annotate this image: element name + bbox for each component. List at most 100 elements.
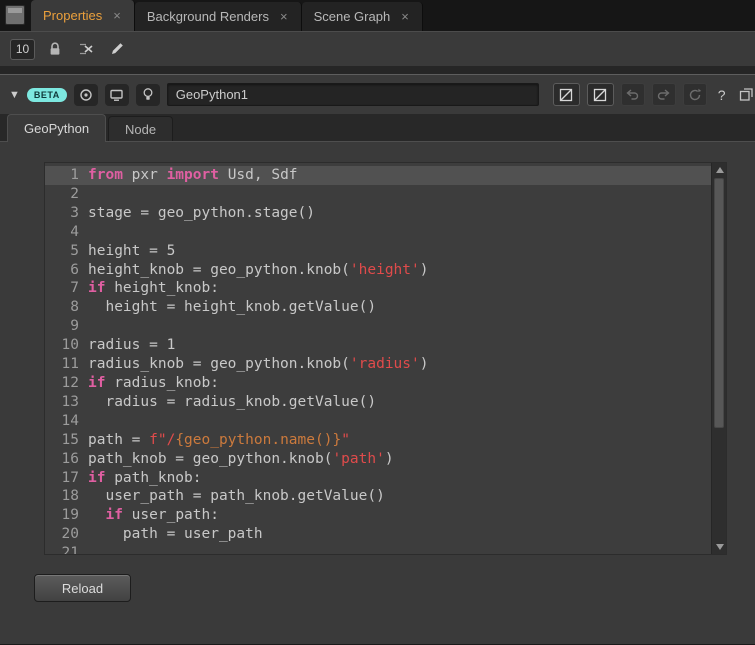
line-content bbox=[88, 185, 97, 204]
code-line[interactable]: 16 path_knob = geo_python.knob('path') bbox=[45, 450, 711, 469]
float-panel-button[interactable] bbox=[737, 85, 755, 105]
code-line[interactable]: 8 height = height_knob.getValue() bbox=[45, 298, 711, 317]
code-line[interactable]: 15 path = f"/{geo_python.name()}" bbox=[45, 431, 711, 450]
collapse-arrow-icon[interactable]: ▼ bbox=[9, 89, 20, 101]
undo-button[interactable] bbox=[621, 83, 645, 106]
code-line[interactable]: 10radius = 1 bbox=[45, 336, 711, 355]
code-line[interactable]: 20 path = user_path bbox=[45, 525, 711, 544]
scroll-thumb[interactable] bbox=[714, 178, 724, 428]
line-number: 13 bbox=[45, 393, 79, 412]
close-icon[interactable]: × bbox=[279, 10, 289, 23]
tab-label: Background Renders bbox=[147, 9, 269, 24]
line-content: height = 5 bbox=[88, 242, 175, 261]
line-content: path = f"/{geo_python.name()}" bbox=[88, 431, 350, 450]
help-button[interactable]: ? bbox=[714, 87, 730, 103]
code-line[interactable]: 6height_knob = geo_python.knob('height') bbox=[45, 261, 711, 280]
node-name-input[interactable] bbox=[167, 83, 539, 106]
line-content: if user_path: bbox=[88, 506, 219, 525]
code-line[interactable]: 19 if user_path: bbox=[45, 506, 711, 525]
toggle-range-a-button[interactable] bbox=[553, 83, 580, 106]
pane-menu-icon-inner bbox=[8, 8, 22, 13]
toggle-range-b-button[interactable] bbox=[587, 83, 614, 106]
line-content bbox=[88, 223, 97, 242]
code-line[interactable]: 17if path_knob: bbox=[45, 469, 711, 488]
revert-button[interactable] bbox=[683, 83, 707, 106]
code-line[interactable]: 5 height = 5 bbox=[45, 242, 711, 261]
line-content: user_path = path_knob.getValue() bbox=[88, 487, 385, 506]
line-number: 8 bbox=[45, 298, 79, 317]
close-icon[interactable]: × bbox=[112, 9, 122, 22]
monitor-icon bbox=[109, 88, 124, 102]
line-content: path_knob = geo_python.knob('path') bbox=[88, 450, 394, 469]
code-line[interactable]: 21 bbox=[45, 544, 711, 555]
tab-scene-graph[interactable]: Scene Graph × bbox=[302, 2, 423, 31]
line-number: 17 bbox=[45, 469, 79, 488]
close-all-panels-button[interactable] bbox=[75, 38, 97, 60]
tab-properties[interactable]: Properties × bbox=[31, 0, 135, 31]
line-number: 18 bbox=[45, 487, 79, 506]
code-line[interactable]: 1 from pxr import Usd, Sdf bbox=[45, 166, 711, 185]
line-number: 1 bbox=[45, 166, 79, 185]
tab-geopython[interactable]: GeoPython bbox=[7, 114, 106, 142]
line-number: 14 bbox=[45, 412, 79, 431]
center-node-button[interactable] bbox=[74, 84, 98, 106]
code-line[interactable]: 13 radius = radius_knob.getValue() bbox=[45, 393, 711, 412]
line-content: height = height_knob.getValue() bbox=[88, 298, 376, 317]
close-icon[interactable]: × bbox=[400, 10, 410, 23]
properties-pane: Properties × Background Renders × Scene … bbox=[0, 0, 755, 645]
line-number: 7 bbox=[45, 279, 79, 298]
line-content: if radius_knob: bbox=[88, 374, 219, 393]
line-number: 3 bbox=[45, 204, 79, 223]
line-content bbox=[88, 544, 97, 555]
lock-icon bbox=[47, 41, 63, 57]
line-number: 12 bbox=[45, 374, 79, 393]
line-content: if height_knob: bbox=[88, 279, 219, 298]
pane-menu-icon[interactable] bbox=[5, 5, 25, 25]
scroll-up-icon[interactable] bbox=[712, 163, 727, 177]
code-line[interactable]: 12 if radius_knob: bbox=[45, 374, 711, 393]
line-content: height_knob = geo_python.knob('height') bbox=[88, 261, 428, 280]
code-editor[interactable]: 1 from pxr import Usd, Sdf2 3stage = geo_… bbox=[44, 162, 727, 555]
pane-tab-bar: Properties × Background Renders × Scene … bbox=[0, 0, 755, 31]
tab-label: Properties bbox=[43, 8, 102, 23]
line-content bbox=[88, 412, 97, 431]
line-number: 11 bbox=[45, 355, 79, 374]
lightbulb-button[interactable] bbox=[136, 84, 160, 106]
code-line[interactable]: 11 radius_knob = geo_python.knob('radius'… bbox=[45, 355, 711, 374]
screen-button[interactable] bbox=[105, 84, 129, 106]
line-number: 16 bbox=[45, 450, 79, 469]
code-line[interactable]: 7 if height_knob: bbox=[45, 279, 711, 298]
tab-label: Node bbox=[125, 122, 156, 137]
code-lines: 1 from pxr import Usd, Sdf2 3stage = geo_… bbox=[45, 166, 711, 555]
code-line[interactable]: 3stage = geo_python.stage() bbox=[45, 204, 711, 223]
code-line[interactable]: 2 bbox=[45, 185, 711, 204]
code-line[interactable]: 9 bbox=[45, 317, 711, 336]
line-number: 5 bbox=[45, 242, 79, 261]
undo-arrow-icon bbox=[625, 88, 640, 101]
scroll-down-icon[interactable] bbox=[712, 540, 727, 554]
pencil-icon bbox=[109, 41, 125, 57]
code-line[interactable]: 18 user_path = path_knob.getValue() bbox=[45, 487, 711, 506]
line-content: radius_knob = geo_python.knob('radius') bbox=[88, 355, 428, 374]
tab-background-renders[interactable]: Background Renders × bbox=[135, 2, 302, 31]
edit-button[interactable] bbox=[106, 38, 128, 60]
beta-badge: BETA bbox=[27, 88, 67, 102]
separator bbox=[0, 66, 755, 74]
reload-button[interactable]: Reload bbox=[34, 574, 131, 602]
diagonal-square-icon bbox=[593, 88, 607, 102]
node-panel-body: 1 from pxr import Usd, Sdf2 3stage = geo_… bbox=[0, 142, 755, 643]
float-window-icon bbox=[739, 87, 754, 102]
max-panels-input[interactable]: 10 bbox=[10, 39, 35, 60]
editor-scrollbar[interactable] bbox=[711, 163, 726, 554]
lock-button[interactable] bbox=[44, 38, 66, 60]
line-number: 15 bbox=[45, 431, 79, 450]
line-number: 20 bbox=[45, 525, 79, 544]
tab-node[interactable]: Node bbox=[108, 116, 173, 141]
redo-button[interactable] bbox=[652, 83, 676, 106]
line-content: from pxr import Usd, Sdf bbox=[88, 166, 298, 185]
code-line[interactable]: 4 bbox=[45, 223, 711, 242]
target-icon bbox=[79, 88, 93, 102]
code-line[interactable]: 14 bbox=[45, 412, 711, 431]
tab-label: GeoPython bbox=[24, 121, 89, 136]
redo-arrow-icon bbox=[656, 88, 671, 101]
